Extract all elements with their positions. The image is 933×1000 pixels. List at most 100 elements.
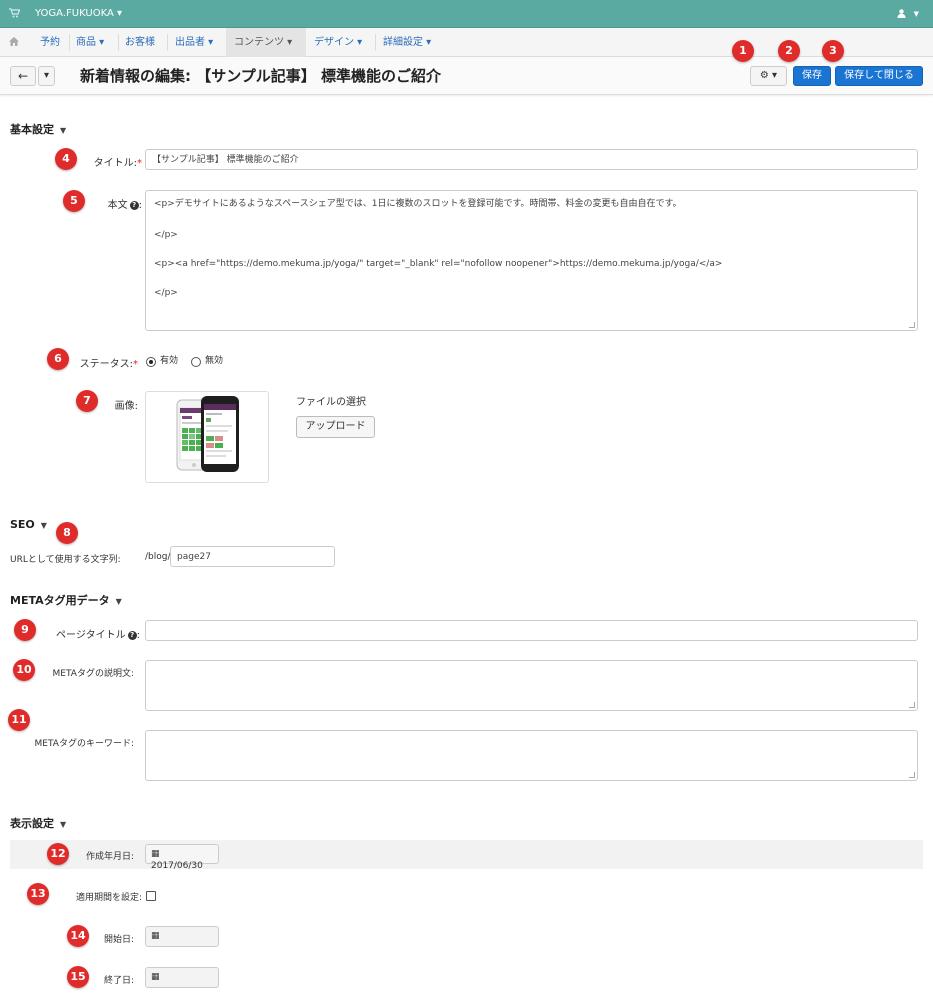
badge-4: 4 <box>55 148 77 170</box>
caret-down-icon: ▼ <box>60 126 67 135</box>
back-button[interactable]: ← <box>10 66 36 86</box>
save-button[interactable]: 保存 <box>793 66 831 86</box>
status-inactive-radio[interactable] <box>191 357 201 367</box>
calendar-icon: ▦ <box>151 972 160 982</box>
page-header: ← ▾ 新着情報の編集: 【サンプル記事】 標準機能のご紹介 ⚙ ▾ 保存 保存… <box>0 57 933 95</box>
body-field-label: 本文?: <box>107 200 142 211</box>
section-meta-title: METAタグ用データ <box>10 594 110 607</box>
required-mark: * <box>137 158 142 169</box>
body-line: </p> <box>154 230 178 240</box>
title-field-label: タイトル:* <box>80 154 142 169</box>
section-meta[interactable]: METAタグ用データ ▼ <box>10 592 122 608</box>
nav-item-contents[interactable]: コンテンツ ▾ <box>234 37 292 49</box>
badge-14: 14 <box>67 925 89 947</box>
url-string-input[interactable]: page27 <box>170 546 335 567</box>
period-label: 適用期間を設定: <box>75 893 142 903</box>
section-display-title: 表示設定 <box>10 817 54 830</box>
end-date-input[interactable]: ▦ <box>145 967 219 988</box>
calendar-icon: ▦ <box>151 849 160 859</box>
status-active-radio[interactable] <box>146 357 156 367</box>
page-title-field-label: ページタイトル?: <box>56 630 140 641</box>
nav-item-reservations[interactable]: 予約 <box>40 37 60 49</box>
start-date-label: 開始日: <box>103 935 134 945</box>
back-dropdown-button[interactable]: ▾ <box>38 66 55 86</box>
period-checkbox[interactable] <box>146 891 156 901</box>
badge-10: 10 <box>13 659 35 681</box>
created-date-value: 2017/06/30 <box>151 861 203 871</box>
badge-1: 1 <box>732 40 754 62</box>
user-menu[interactable]: ▼ <box>897 7 919 21</box>
resize-handle[interactable] <box>909 702 915 708</box>
body-line: </p> <box>154 288 178 298</box>
meta-keywords-textarea[interactable] <box>145 730 918 781</box>
created-date-input[interactable]: ▦ 2017/06/30 <box>145 844 219 871</box>
meta-description-textarea[interactable] <box>145 660 918 711</box>
badge-13: 13 <box>27 883 49 905</box>
nav-item-customers[interactable]: お客様 <box>125 37 155 49</box>
nav-item-products[interactable]: 商品 ▾ <box>76 37 104 49</box>
body-label-text: 本文 <box>107 200 128 211</box>
badge-6: 6 <box>47 348 69 370</box>
title-label-text: タイトル: <box>93 158 137 169</box>
nav-divider <box>69 34 70 51</box>
phone-mockup-image <box>176 396 239 472</box>
site-name-menu[interactable]: YOGA.FUKUOKA ▾ <box>35 7 122 21</box>
save-and-close-button[interactable]: 保存して閉じる <box>835 66 923 86</box>
user-icon <box>897 8 906 18</box>
section-seo-title: SEO <box>10 518 35 531</box>
body-line: <p>デモサイトにあるようなスペースシェア型では、1日に複数のスロットを登録可能… <box>154 199 682 209</box>
required-mark: * <box>133 359 138 370</box>
nav-divider <box>375 34 376 51</box>
badge-9: 9 <box>14 619 36 641</box>
image-field-label: 画像: <box>114 401 138 412</box>
upload-button[interactable]: アップロード <box>296 416 375 438</box>
start-date-input[interactable]: ▦ <box>145 926 219 947</box>
nav-item-design[interactable]: デザイン ▾ <box>314 37 362 49</box>
badge-3: 3 <box>822 40 844 62</box>
home-icon[interactable] <box>9 37 19 49</box>
help-icon[interactable]: ? <box>129 200 139 210</box>
badge-5: 5 <box>63 190 85 212</box>
nav-divider <box>118 34 119 51</box>
badge-12: 12 <box>47 843 69 865</box>
meta-description-label: METAタグの説明文: <box>52 669 134 679</box>
calendar-icon: ▦ <box>151 931 160 941</box>
section-basic-title: 基本設定 <box>10 123 54 136</box>
cart-icon[interactable] <box>9 8 21 18</box>
badge-8: 8 <box>56 522 78 544</box>
badge-15: 15 <box>67 966 89 988</box>
meta-page-title-input[interactable] <box>145 620 918 641</box>
nav-item-sellers[interactable]: 出品者 ▾ <box>175 37 213 49</box>
end-date-label: 終了日: <box>103 976 134 986</box>
caret-down-icon: ▼ <box>60 820 67 829</box>
top-bar: YOGA.FUKUOKA ▾ ▼ <box>0 0 933 28</box>
nav-item-advanced-settings[interactable]: 詳細設定 ▾ <box>383 37 431 49</box>
caret-down-icon: ▼ <box>40 521 47 530</box>
body-line: <p><a href="https://demo.mekuma.jp/yoga/… <box>154 259 723 269</box>
caret-down-icon: ▼ <box>115 597 122 606</box>
nav-divider <box>167 34 168 51</box>
chevron-down-icon: ▼ <box>913 10 919 18</box>
resize-handle[interactable] <box>909 322 915 328</box>
meta-keywords-label: METAタグのキーワード: <box>34 739 134 749</box>
badge-7: 7 <box>76 390 98 412</box>
status-active-label[interactable]: 有効 <box>160 355 178 367</box>
status-inactive-label[interactable]: 無効 <box>205 355 223 367</box>
file-select-label[interactable]: ファイルの選択 <box>296 397 366 409</box>
section-basic-settings[interactable]: 基本設定 ▼ <box>10 121 66 137</box>
help-icon[interactable]: ? <box>127 630 137 640</box>
page-title: 新着情報の編集: 【サンプル記事】 標準機能のご紹介 <box>80 67 441 85</box>
status-label-text: ステータス: <box>79 359 133 370</box>
badge-2: 2 <box>778 40 800 62</box>
badge-11: 11 <box>8 709 30 731</box>
resize-handle[interactable] <box>909 772 915 778</box>
section-display-settings[interactable]: 表示設定 ▼ <box>10 815 66 831</box>
gear-menu-button[interactable]: ⚙ ▾ <box>750 66 787 86</box>
status-field-label: ステータス:* <box>72 355 138 370</box>
section-seo[interactable]: SEO ▼ <box>10 518 47 531</box>
url-prefix: /blog/ <box>145 552 171 562</box>
url-string-label: URLとして使用する文字列: <box>10 555 121 565</box>
title-input[interactable]: 【サンプル記事】 標準機能のご紹介 <box>145 149 918 170</box>
page-title-label-text: ページタイトル <box>56 630 126 641</box>
body-textarea[interactable]: <p>デモサイトにあるようなスペースシェア型では、1日に複数のスロットを登録可能… <box>145 190 918 331</box>
